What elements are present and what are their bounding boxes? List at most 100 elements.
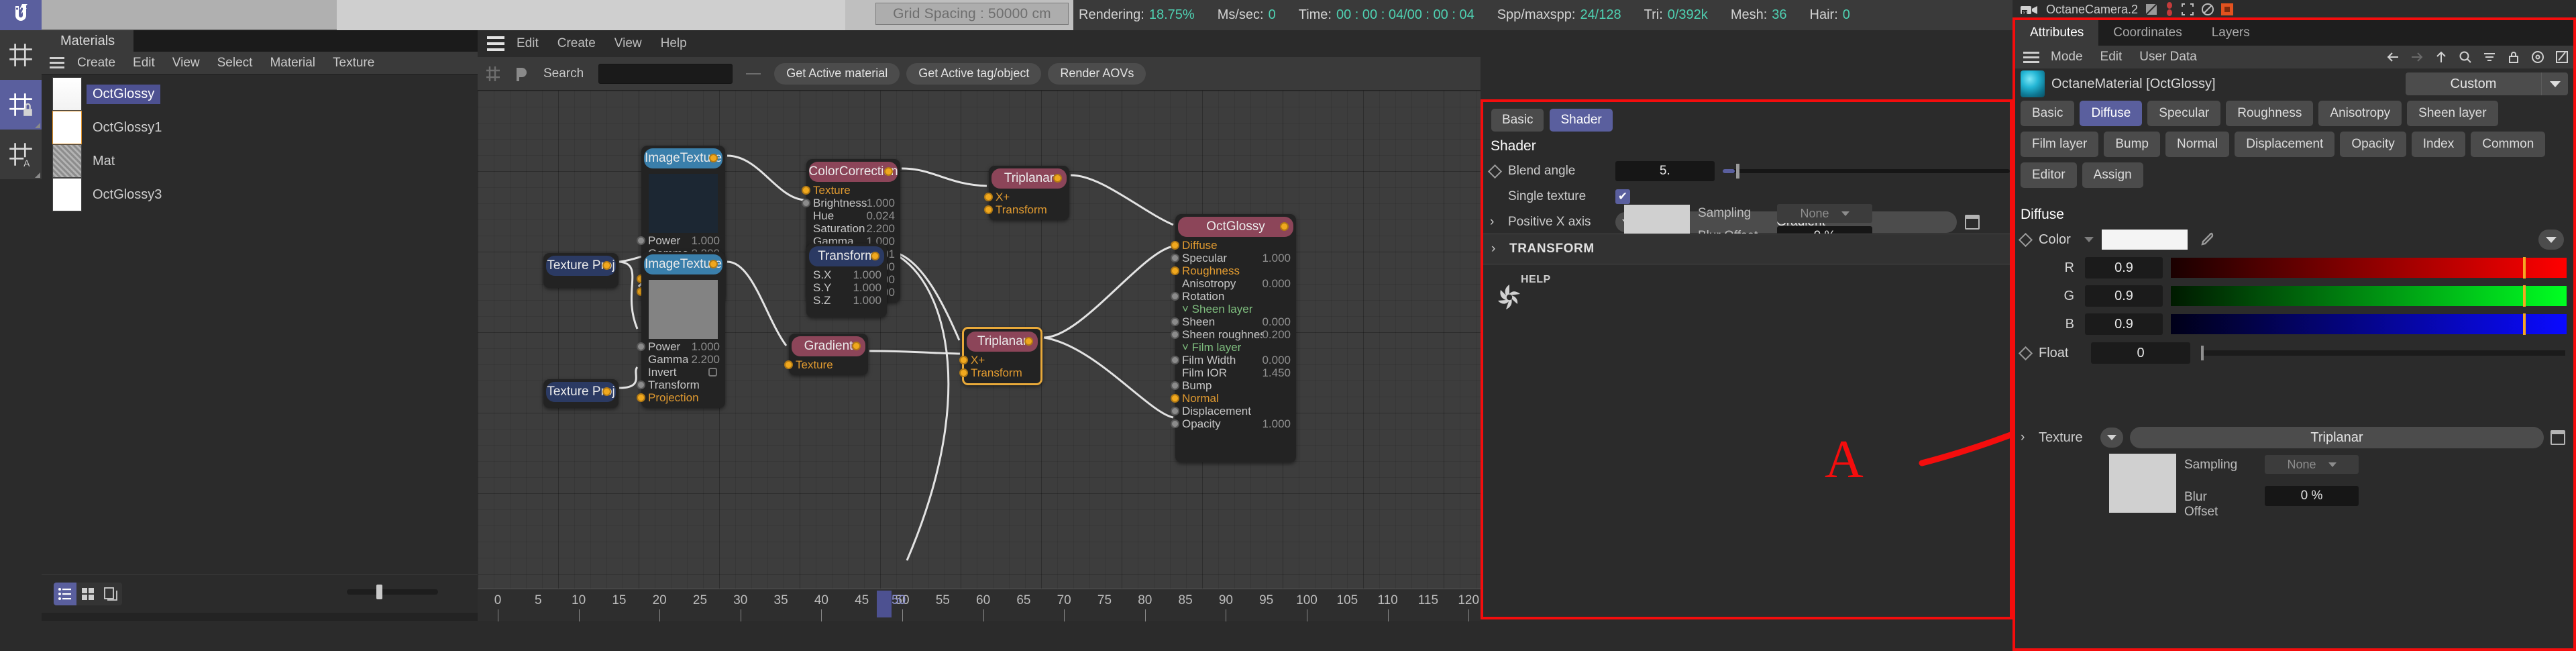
node-input-port[interactable] — [959, 356, 968, 364]
node-param-row[interactable]: Texture — [802, 184, 900, 197]
node-output-port[interactable] — [871, 252, 879, 260]
list-item[interactable]: OctGlossy — [42, 77, 478, 111]
forward-arrow-icon[interactable] — [2410, 50, 2424, 64]
node-param-row[interactable]: Texture — [784, 358, 868, 371]
chevron-right-icon[interactable]: › — [2021, 430, 2031, 445]
material-name[interactable]: OctGlossy3 — [87, 185, 168, 205]
blend-angle-slider[interactable] — [1722, 164, 2010, 179]
diffuse-color-swatch[interactable] — [2102, 230, 2188, 250]
folder-icon[interactable] — [2551, 430, 2565, 445]
up-arrow-icon[interactable] — [2434, 50, 2449, 64]
channel-slider-b[interactable] — [2171, 313, 2567, 335]
node-input-port[interactable] — [637, 236, 645, 245]
node-output-port[interactable] — [884, 167, 893, 176]
materials-hamburger-icon[interactable] — [42, 57, 68, 68]
node-param-row[interactable]: Displacement — [1171, 405, 1296, 417]
node-input-port[interactable] — [637, 393, 645, 402]
node-param-row[interactable]: Saturation 2.200 — [806, 222, 900, 235]
back-arrow-icon[interactable] — [2385, 50, 2400, 64]
node-header[interactable]: Texture Proj — [546, 382, 616, 402]
blend-angle-slider-knob[interactable] — [1735, 164, 1739, 179]
node-input-port[interactable] — [1171, 292, 1179, 301]
material-node-icon[interactable] — [511, 62, 534, 85]
material-name[interactable]: OctGlossy1 — [87, 118, 168, 138]
node-param-row[interactable]: S.Z 1.000 — [806, 294, 887, 307]
diffuse-color-dropdown-icon[interactable] — [2538, 230, 2564, 250]
node-param-row[interactable]: S.X 1.000 — [806, 268, 887, 281]
transform-section-header[interactable]: › TRANSFORM — [1483, 234, 2010, 264]
node-output-port[interactable] — [1053, 174, 1062, 183]
expand-icon[interactable] — [2181, 3, 2194, 16]
ne-menu-create[interactable]: Create — [548, 36, 605, 51]
menu-create[interactable]: Create — [68, 56, 124, 70]
graph-node[interactable]: Triplanar X+ Transform — [959, 327, 1042, 385]
node-param-row[interactable]: ˅ Film layer — [1175, 341, 1296, 354]
node-param-row[interactable]: Sheen roughness 0.200 — [1171, 328, 1296, 341]
node-param-row[interactable]: Roughness — [1171, 264, 1296, 277]
attribute-tab-index[interactable]: Index — [2411, 132, 2466, 157]
octane-tag-icon[interactable] — [2221, 3, 2234, 15]
octane-help-icon[interactable] — [1494, 282, 1525, 313]
node-output-port[interactable] — [1280, 222, 1289, 231]
node-param-row[interactable]: Transform — [959, 366, 1040, 379]
rail-tool-frame[interactable] — [0, 30, 42, 80]
node-header[interactable]: Texture Proj — [546, 256, 616, 276]
node-input-port[interactable] — [984, 205, 993, 214]
node-input-port[interactable] — [784, 360, 793, 369]
graph-node[interactable]: Texture Proj — [543, 379, 619, 408]
node-input-port[interactable] — [1171, 241, 1179, 250]
chevron-right-icon[interactable]: › — [1491, 242, 1502, 256]
folder-icon[interactable] — [1965, 215, 1980, 230]
disable-icon[interactable] — [2201, 3, 2214, 16]
tab-shader[interactable]: Shader — [1550, 109, 1613, 132]
menu-select[interactable]: Select — [209, 56, 262, 70]
tab-coordinates[interactable]: Coordinates — [2098, 20, 2196, 46]
attribute-tab-editor[interactable]: Editor — [2021, 162, 2077, 188]
filter-icon[interactable] — [2482, 50, 2497, 64]
visibility-toggle-icon[interactable] — [2145, 3, 2158, 16]
node-param-row[interactable]: ˅ Sheen layer — [1175, 303, 1296, 315]
node-input-port[interactable] — [1171, 266, 1179, 275]
color-mode-caret-icon[interactable] — [2084, 237, 2094, 242]
node-param-row[interactable]: Power 1.000 — [637, 340, 725, 353]
object-name[interactable]: OctaneCamera.2 — [2046, 3, 2138, 17]
node-output-port[interactable] — [602, 261, 611, 270]
channel-input-g[interactable]: 0.9 — [2085, 285, 2163, 307]
ne-menu-edit[interactable]: Edit — [507, 36, 548, 51]
node-param-row[interactable]: X+ — [984, 191, 1069, 203]
node-header[interactable]: ImageTexture — [644, 148, 722, 168]
attribute-tab-assign[interactable]: Assign — [2082, 162, 2143, 188]
texture-value[interactable]: Triplanar — [2130, 427, 2544, 448]
blend-angle-input[interactable]: 5. — [1615, 161, 1715, 181]
single-texture-checkbox[interactable]: ✔ — [1615, 189, 1630, 204]
attribute-tab-common[interactable]: Common — [2471, 132, 2546, 157]
menu-edit[interactable]: Edit — [124, 56, 164, 70]
attr-menu-mode[interactable]: Mode — [2042, 50, 2092, 64]
node-graph-canvas[interactable]: ImageTexturePower1.000Gamma2.200InvertTr… — [478, 91, 1481, 589]
node-link-icon[interactable] — [482, 62, 504, 85]
graph-node[interactable]: Texture Proj — [543, 253, 619, 288]
node-param-row[interactable]: Brightness 1.000 — [802, 197, 900, 209]
attributes-hamburger-icon[interactable] — [2015, 51, 2042, 63]
menu-material[interactable]: Material — [261, 56, 324, 70]
node-header[interactable]: ColorCorrection — [809, 162, 898, 182]
node-param-row[interactable]: Projection — [637, 391, 725, 404]
node-output-port[interactable] — [709, 260, 718, 268]
grid-view-icon[interactable] — [76, 583, 99, 605]
node-header[interactable]: Transform — [809, 246, 884, 266]
lock-icon[interactable] — [2506, 50, 2521, 64]
node-param-row[interactable]: Invert — [641, 366, 725, 379]
node-input-port[interactable] — [959, 368, 968, 377]
channel-input-b[interactable]: 0.9 — [2085, 313, 2163, 335]
attr-menu-user-data[interactable]: User Data — [2131, 50, 2206, 64]
search-icon[interactable] — [2458, 50, 2473, 64]
attribute-tab-basic[interactable]: Basic — [2021, 101, 2075, 126]
attribute-tab-normal[interactable]: Normal — [2165, 132, 2230, 157]
node-output-port[interactable] — [852, 342, 861, 350]
edit-icon[interactable] — [2555, 50, 2569, 64]
attribute-tab-displacement[interactable]: Displacement — [2235, 132, 2335, 157]
node-input-port[interactable] — [1171, 407, 1179, 415]
stack-view-icon[interactable] — [99, 583, 122, 605]
node-input-port[interactable] — [1171, 356, 1179, 364]
node-param-row[interactable]: Film IOR 1.450 — [1175, 366, 1296, 379]
